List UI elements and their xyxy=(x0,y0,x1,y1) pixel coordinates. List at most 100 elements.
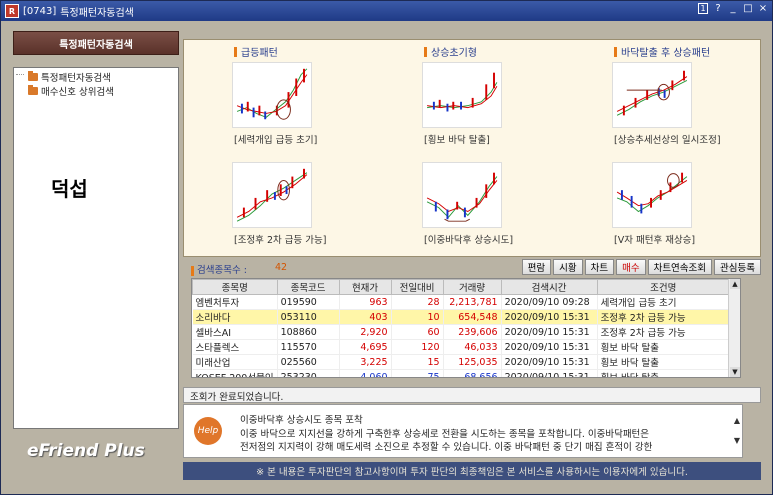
pattern-caption: [세력개입 급등 초기] xyxy=(234,135,318,146)
results-table: 종목명 종목코드 현재가 전일대비 거래량 검색시간 조건명 엠벤처투자 0195… xyxy=(191,278,741,378)
pattern-caption: [이중바닥후 상승시도] xyxy=(424,235,514,246)
change-cell: 60 xyxy=(391,324,444,340)
condition-cell: 횡보 바닥 탈출 xyxy=(597,339,731,355)
volume-cell: 654,548 xyxy=(443,309,502,325)
table-header: 종목명 종목코드 현재가 전일대비 거래량 검색시간 조건명 xyxy=(192,279,731,295)
pattern-card[interactable]: [V자 패턴후 재상승] xyxy=(564,148,744,256)
help-scroll-icons[interactable]: ▲ ▼ xyxy=(734,411,740,451)
price-cell: 4,060 xyxy=(339,369,392,377)
condition-cell: 횡보 바닥 탈출 xyxy=(597,369,731,377)
column-header[interactable]: 종목코드 xyxy=(276,279,340,295)
app-window: R [0743] 특정패턴자동검색 1 ? _ □ × 특정패턴자동검색 특정패… xyxy=(0,0,773,495)
pattern-group-title: 바닥탈출 후 상승패턴 xyxy=(614,44,710,59)
volume-cell: 125,035 xyxy=(443,354,502,370)
price-cell: 963 xyxy=(339,294,392,310)
pattern-thumbnail xyxy=(232,62,312,128)
overlay-text: 덕섭 xyxy=(51,177,88,201)
scroll-down-icon[interactable]: ▼ xyxy=(730,367,740,377)
folder-icon xyxy=(28,71,38,81)
column-header[interactable]: 종목명 xyxy=(192,279,278,295)
pattern-tree: 특정패턴자동검색 매수신호 상위검색 xyxy=(13,67,179,429)
search-time-cell: 2020/09/10 15:31 xyxy=(501,309,598,325)
column-header[interactable]: 현재가 xyxy=(338,279,392,295)
pattern-card[interactable]: 바닥탈출 후 상승패턴 [상승추세선상의 일시조정] xyxy=(564,40,744,148)
column-header[interactable]: 조건명 xyxy=(596,279,731,295)
pattern-thumbnail xyxy=(422,62,502,128)
table-row[interactable]: 엠벤처투자 019590 963 28 2,213,781 2020/09/10 09:2… xyxy=(192,294,731,310)
pattern-card[interactable]: [조정후 2차 급등 가능] xyxy=(184,148,364,256)
buy-button[interactable]: 매수 xyxy=(616,259,646,275)
stock-code-cell: 053110 xyxy=(277,309,340,325)
pattern-card[interactable]: [이중바닥후 상승시도] xyxy=(374,148,554,256)
pattern-caption: [상승추세선상의 일시조정] xyxy=(614,135,721,146)
column-header[interactable]: 검색시간 xyxy=(500,279,598,295)
tree-item-label: 특정패턴자동검색 xyxy=(41,73,111,84)
close-icon[interactable]: × xyxy=(758,3,768,14)
table-row[interactable]: 미래산업 025560 3,225 15 125,035 2020/09/10 15:31… xyxy=(192,354,731,370)
price-cell: 2,920 xyxy=(339,324,392,340)
action-buttons: 편람 시황 차트 매수 차트연속조회 관심등록 xyxy=(521,259,761,275)
table-scrollbar[interactable]: ▲ ▼ xyxy=(728,279,740,377)
add-watchlist-button[interactable]: 관심등록 xyxy=(714,259,761,275)
link-icon[interactable]: 1 xyxy=(698,3,708,14)
help-line: 전저점의 지지력이 강해 매도세력 소진으로 추정할 수 있습니다. 이중 바닥… xyxy=(240,442,653,453)
stock-code-cell: 025560 xyxy=(277,354,340,370)
title-bar[interactable]: R [0743] 특정패턴자동검색 1 ? _ □ × xyxy=(1,1,772,21)
minimize-icon[interactable]: _ xyxy=(728,3,738,14)
pattern-caption: [V자 패턴후 재상승] xyxy=(614,235,696,246)
help-badge-icon: Help xyxy=(194,417,222,445)
tree-item-buy-signal[interactable]: 매수신호 상위검색 xyxy=(18,84,174,98)
pattern-card[interactable]: 상승초기형 [횡보 바닥 탈출] xyxy=(374,40,554,148)
stock-code-cell: 019590 xyxy=(277,294,340,310)
help-icon[interactable]: ? xyxy=(713,3,723,14)
pattern-caption: [조정후 2차 급등 가능] xyxy=(234,235,327,246)
pattern-thumbnail xyxy=(612,162,692,228)
stock-name-cell: 소리바다 xyxy=(192,309,278,325)
window-code: [0743] xyxy=(23,5,57,17)
pattern-card[interactable]: 급등패턴 [세력개입 급등 초기] xyxy=(184,40,364,148)
chart-button[interactable]: 차트 xyxy=(584,259,615,275)
folder-icon xyxy=(28,85,38,95)
table-row[interactable]: 스타플렉스 115570 4,695 120 46,033 2020/09/10 15:3… xyxy=(192,339,731,355)
volume-cell: 68,656 xyxy=(443,369,502,377)
pattern-thumbnail xyxy=(232,162,312,228)
pattern-group-title: 상승초기형 xyxy=(424,44,477,59)
column-header[interactable]: 전일대비 xyxy=(390,279,444,295)
window-controls: 1 ? _ □ × xyxy=(698,3,768,14)
search-time-cell: 2020/09/10 15:31 xyxy=(501,339,598,355)
stock-code-cell: 108860 xyxy=(277,324,340,340)
market-button[interactable]: 시황 xyxy=(553,259,583,275)
volume-cell: 46,033 xyxy=(443,339,502,355)
column-header[interactable]: 거래량 xyxy=(442,279,502,295)
price-cell: 3,225 xyxy=(339,354,392,370)
search-time-cell: 2020/09/10 09:28 xyxy=(501,294,598,310)
maximize-icon[interactable]: □ xyxy=(743,3,753,14)
handbook-button[interactable]: 편람 xyxy=(521,259,552,275)
stock-name-cell: 스타플렉스 xyxy=(192,339,278,355)
stock-code-cell: 253230 xyxy=(277,369,340,377)
disclaimer-footer: ※ 본 내용은 투자판단의 참고사항이며 투자 판단의 최종책임은 본 서비스를… xyxy=(183,462,761,480)
search-time-cell: 2020/09/10 15:31 xyxy=(501,369,598,377)
help-title: 이중바닥후 상승시도 종목 포착 xyxy=(240,415,363,426)
brand-logo: eFriend Plus xyxy=(27,441,145,461)
pattern-gallery: 급등패턴 [세력개입 급등 초기] [조정후 2차 급등 가능] 상승초기형 [… xyxy=(183,39,761,257)
price-cell: 4,695 xyxy=(339,339,392,355)
scroll-up-icon[interactable]: ▲ xyxy=(730,279,740,289)
pattern-caption: [횡보 바닥 탈출] xyxy=(424,135,490,146)
price-cell: 403 xyxy=(339,309,392,325)
table-row[interactable]: 셀바스AI 108860 2,920 60 239,606 2020/09/10 15:3… xyxy=(192,324,731,340)
tree-item-pattern-search[interactable]: 특정패턴자동검색 xyxy=(16,70,174,84)
condition-cell: 조정후 2차 급등 가능 xyxy=(597,309,731,325)
result-count: 42 xyxy=(275,262,288,273)
table-row[interactable]: KOSEF 200선물인2532304,0607568,6562020/09/1… xyxy=(192,369,731,377)
stock-name-cell: 셀바스AI xyxy=(192,324,278,340)
help-panel: Help 이중바닥후 상승시도 종목 포착 이중 바닥으로 지지선을 강하게 구… xyxy=(183,404,743,458)
table-row[interactable]: 소리바다 053110 403 10 654,548 2020/09/10 15:31 조정… xyxy=(192,309,731,325)
chart-sequence-button[interactable]: 차트연속조회 xyxy=(647,259,713,275)
change-cell: 28 xyxy=(391,294,444,310)
search-time-cell: 2020/09/10 15:31 xyxy=(501,354,598,370)
change-cell: 75 xyxy=(391,369,444,377)
left-panel: 특정패턴자동검색 특정패턴자동검색 매수신호 상위검색 xyxy=(13,31,179,429)
volume-cell: 2,213,781 xyxy=(443,294,502,310)
left-panel-header: 특정패턴자동검색 xyxy=(13,31,179,55)
